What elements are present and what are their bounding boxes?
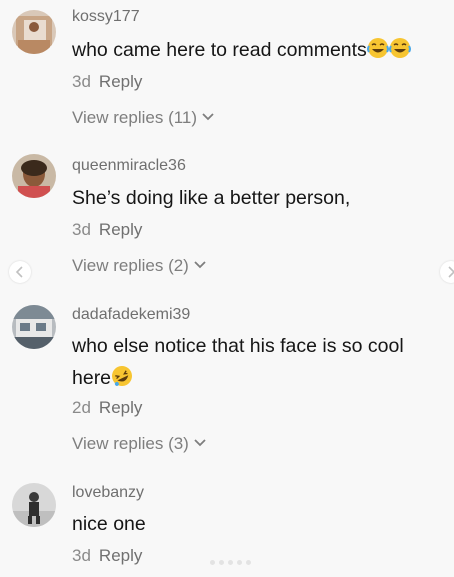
comment-text-line1: who else notice that his face is so cool (72, 335, 404, 357)
chevron-left-icon (15, 266, 23, 278)
comment-meta: 2d Reply (72, 398, 142, 418)
username[interactable]: kossy177 (72, 8, 140, 26)
page-indicator (210, 552, 270, 565)
reply-button[interactable]: Reply (99, 398, 142, 417)
page-dot (237, 560, 242, 565)
chevron-right-icon (448, 266, 454, 278)
laughing-tears-emoji (366, 38, 389, 58)
view-replies-label: View replies (2) (72, 256, 189, 275)
comment-text-line2: here (72, 367, 112, 389)
page-dot (210, 560, 215, 565)
avatar[interactable] (12, 305, 56, 349)
comment-text: She’s doing like a better person, (72, 182, 452, 214)
chevron-down-icon (194, 261, 206, 269)
comment-text: here (72, 362, 452, 394)
username[interactable]: lovebanzy (72, 484, 144, 502)
view-replies-label: View replies (3) (72, 434, 189, 453)
reply-button[interactable]: Reply (99, 72, 142, 91)
comment-meta: 3d Reply (72, 72, 142, 92)
view-replies-button[interactable]: View replies (3) (72, 434, 207, 454)
page-dot (219, 560, 224, 565)
avatar[interactable] (12, 10, 56, 54)
chevron-down-icon (202, 113, 214, 121)
comment-meta: 3d Reply (72, 546, 142, 566)
next-arrow-button[interactable] (440, 261, 454, 283)
username[interactable]: dadafadekemi39 (72, 306, 190, 324)
view-replies-button[interactable]: View replies (2) (72, 256, 207, 276)
comment-time: 3d (72, 546, 91, 565)
comment-text: who else notice that his face is so cool (72, 330, 452, 362)
page-dot (228, 560, 233, 565)
comment-text: nice one (72, 508, 452, 540)
username[interactable]: queenmiracle36 (72, 157, 186, 175)
comment-meta: 3d Reply (72, 220, 142, 240)
view-replies-label: View replies (11) (72, 108, 198, 127)
reply-button[interactable]: Reply (99, 220, 142, 239)
view-replies-button[interactable]: View replies (11) (72, 108, 215, 128)
reply-button[interactable]: Reply (99, 546, 142, 565)
laughing-tears-emoji (388, 38, 411, 58)
comment-time: 2d (72, 398, 91, 417)
comment-text-content: She’s doing like a better person, (72, 187, 351, 209)
page-dot (246, 560, 251, 565)
comment-time: 3d (72, 72, 91, 91)
avatar[interactable] (12, 154, 56, 198)
comment-text-content: nice one (72, 513, 146, 535)
comment-time: 3d (72, 220, 91, 239)
comment-text-content: who came here to read comments (72, 39, 367, 61)
comment-text: who came here to read comments (72, 34, 452, 66)
prev-arrow-button[interactable] (9, 261, 31, 283)
avatar[interactable] (12, 483, 56, 527)
chevron-down-icon (194, 439, 206, 447)
rolling-laughing-emoji (112, 366, 133, 386)
